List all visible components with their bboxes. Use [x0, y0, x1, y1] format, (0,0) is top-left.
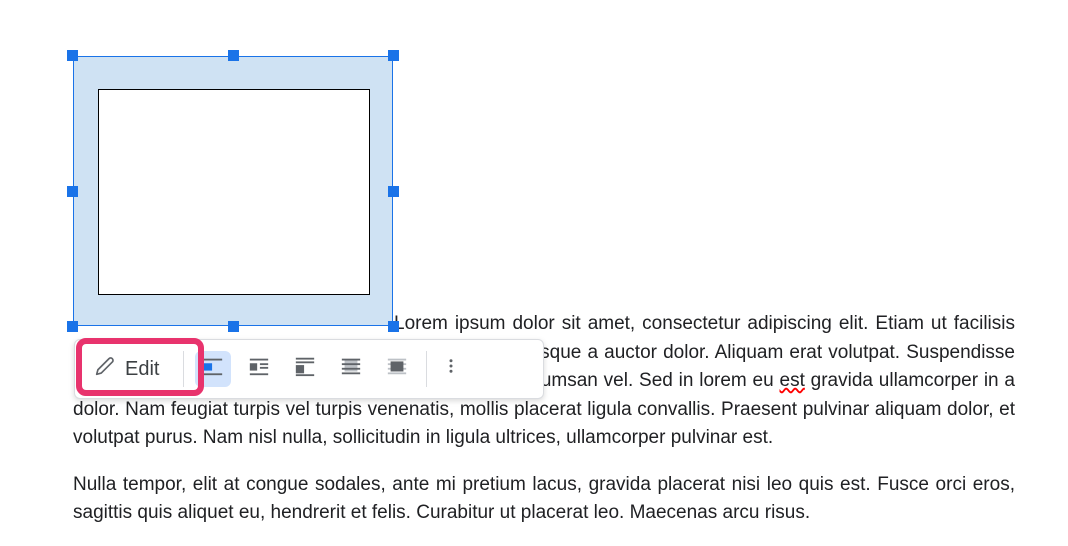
break-text-button[interactable]: [287, 351, 323, 387]
edit-label: Edit: [125, 358, 159, 381]
resize-handle-top-middle[interactable]: [228, 50, 239, 61]
front-text-icon: [386, 355, 408, 383]
spelling-error[interactable]: est: [780, 370, 805, 391]
break-text-icon: [294, 355, 316, 383]
wrap-text-icon: [248, 355, 270, 383]
resize-handle-middle-left[interactable]: [67, 186, 78, 197]
inline-wrap-icon: [202, 355, 224, 383]
in-front-text-button[interactable]: [379, 351, 415, 387]
drawing-inner-rect: [98, 89, 370, 295]
more-options-icon: [442, 357, 460, 381]
resize-handle-top-right[interactable]: [388, 50, 399, 61]
resize-handle-bottom-left[interactable]: [67, 321, 78, 332]
resize-handle-bottom-right[interactable]: [388, 321, 399, 332]
resize-handle-bottom-middle[interactable]: [228, 321, 239, 332]
separator: [183, 351, 184, 387]
edit-button[interactable]: Edit: [79, 348, 177, 390]
behind-text-icon: [340, 355, 362, 383]
resize-handle-middle-right[interactable]: [388, 186, 399, 197]
inline-wrap-button[interactable]: [195, 351, 231, 387]
resize-handle-top-left[interactable]: [67, 50, 78, 61]
image-options-toolbar: Edit: [74, 339, 544, 399]
separator: [426, 351, 427, 387]
paragraph-2: Nulla tempor, elit at congue sodales, an…: [73, 471, 1015, 528]
pencil-icon: [95, 356, 115, 382]
behind-text-button[interactable]: [333, 351, 369, 387]
selected-drawing-object[interactable]: [73, 56, 393, 326]
more-options-button[interactable]: [435, 351, 467, 387]
wrap-text-button[interactable]: [241, 351, 277, 387]
